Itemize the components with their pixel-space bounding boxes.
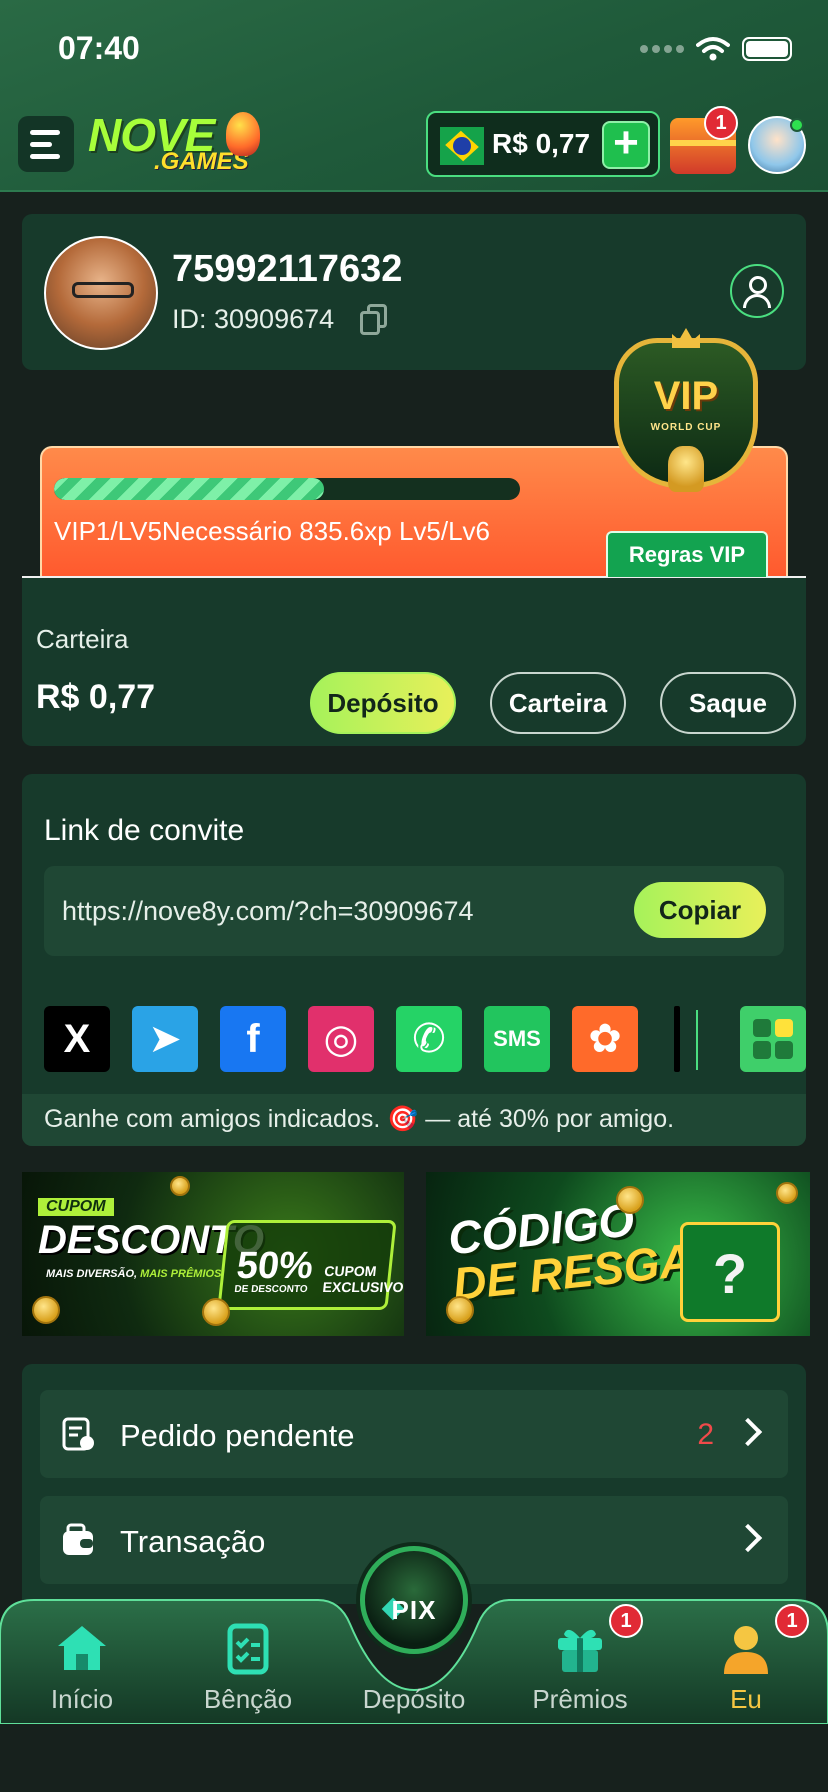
menu-item-label: Pedido pendente — [120, 1418, 355, 1453]
coupon-ticket: 50% DE DESCONTO CUPOM EXCLUSIVO — [217, 1220, 404, 1310]
coin-icon — [616, 1186, 644, 1214]
menu-item-label: Transação — [120, 1524, 266, 1559]
coupon-exclusive: CUPOM EXCLUSIVO — [321, 1263, 404, 1295]
deposit-button[interactable]: Depósito — [310, 672, 456, 734]
share-icons-row: X ➤ f ◎ ✆ SMS ✿ — [44, 1006, 806, 1072]
me-badge: 1 — [775, 1604, 809, 1638]
status-time: 07:40 — [58, 30, 140, 66]
profile-username: 75992117632 — [172, 248, 403, 290]
prizes-badge: 1 — [609, 1604, 643, 1638]
online-indicator — [790, 118, 804, 132]
header-balance-amount: R$ 0,77 — [492, 128, 591, 159]
wallet-icon — [63, 1523, 93, 1555]
vip-progress-text: VIP1/LV5Necessário 835.6xp Lv5/Lv6 — [54, 516, 491, 546]
home-icon — [52, 1618, 112, 1678]
vip-progress-bar — [54, 478, 520, 500]
sms-icon[interactable]: SMS — [484, 1006, 550, 1072]
coupon-subtitle: MAIS DIVERSÃO, MAIS PRÊMIOS! — [46, 1268, 226, 1280]
brazil-flag-icon — [440, 127, 484, 165]
user-icon — [716, 1618, 776, 1678]
status-icons — [640, 36, 792, 62]
menu-button[interactable] — [18, 116, 74, 172]
chevron-right-icon — [733, 1523, 763, 1553]
support-avatar[interactable] — [748, 116, 806, 174]
clipboard-icon — [62, 1417, 94, 1451]
more-apps-icon[interactable] — [740, 1006, 806, 1072]
profile-id: ID: 30909674 — [172, 304, 335, 334]
chevron-right-icon — [733, 1417, 763, 1447]
brand-logo[interactable]: NOVE .GAMES — [88, 108, 260, 178]
gift-icon — [550, 1618, 610, 1678]
wallet-button[interactable]: Carteira — [490, 672, 626, 734]
wallet-card: Carteira R$ 0,77 Depósito Carteira Saque — [22, 578, 806, 746]
coin-icon — [32, 1296, 60, 1324]
mascot-icon — [226, 112, 260, 156]
telegram-icon[interactable]: ➤ — [132, 1006, 198, 1072]
withdraw-button[interactable]: Saque — [660, 672, 796, 734]
invite-url: https://nove8y.com/?ch=30909674 — [62, 896, 474, 926]
coupon-percent-note: DE DESCONTO — [233, 1284, 309, 1295]
top-header: 07:40 NOVE .GAMES R$ 0,77 + 1 — [0, 0, 828, 192]
copy-link-button[interactable]: Copiar — [634, 882, 766, 938]
pix-deposit-button[interactable]: PIX — [360, 1546, 468, 1654]
pix-label: PIX — [391, 1595, 437, 1625]
battery-icon — [742, 37, 792, 61]
instagram-icon[interactable]: ◎ — [308, 1006, 374, 1072]
coin-icon — [170, 1176, 190, 1196]
wallet-amount: R$ 0,77 — [36, 678, 156, 716]
gift-box-icon: ? — [680, 1222, 780, 1322]
wallet-label: Carteira — [36, 624, 129, 654]
coupon-banner[interactable]: CUPOM DESCONTO MAIS DIVERSÃO, MAIS PRÊMI… — [22, 1172, 404, 1336]
edit-profile-icon[interactable] — [730, 264, 784, 318]
coupon-percent: 50% — [234, 1245, 316, 1287]
invite-link-box: https://nove8y.com/?ch=30909674 Copiar — [44, 866, 784, 956]
trophy-icon — [668, 446, 704, 492]
add-funds-button[interactable]: + — [602, 121, 650, 169]
menu-item-pending-orders[interactable]: Pedido pendente 2 — [40, 1390, 788, 1478]
vip-badge-subtitle: WORLD CUP — [650, 422, 722, 433]
copy-id-icon[interactable] — [360, 304, 388, 336]
rewards-badge: 1 — [704, 106, 738, 140]
kwai-icon[interactable]: ✿ — [572, 1006, 638, 1072]
x-icon[interactable]: X — [44, 1006, 110, 1072]
header-balance[interactable]: R$ 0,77 + — [426, 111, 660, 177]
avatar[interactable] — [44, 236, 158, 350]
coin-icon — [202, 1298, 230, 1326]
invite-title: Link de convite — [44, 814, 245, 847]
coupon-tag: CUPOM — [38, 1198, 114, 1216]
home-indicator-area — [0, 1724, 828, 1792]
share-divider — [696, 1010, 698, 1070]
vip-badge-title: VIP — [653, 374, 719, 418]
wifi-icon — [696, 37, 730, 61]
pending-count: 2 — [697, 1418, 714, 1451]
whatsapp-icon[interactable]: ✆ — [396, 1006, 462, 1072]
invite-card: Link de convite https://nove8y.com/?ch=3… — [22, 774, 806, 1146]
nav-blessing[interactable]: Bênção — [178, 1618, 318, 1715]
more-share-edge — [674, 1006, 680, 1072]
facebook-icon[interactable]: f — [220, 1006, 286, 1072]
vip-badge: VIP WORLD CUP — [604, 328, 768, 524]
nav-home[interactable]: Início — [12, 1618, 152, 1715]
vip-rules-button[interactable]: Regras VIP — [606, 531, 768, 577]
signal-icon — [640, 45, 684, 53]
crown-icon — [672, 328, 700, 348]
coin-icon — [776, 1182, 798, 1204]
coin-icon — [446, 1296, 474, 1324]
redeem-code-banner[interactable]: CÓDIGO DE RESGATE ? — [426, 1172, 810, 1336]
checklist-icon — [218, 1618, 278, 1678]
vip-progress-fill — [54, 478, 325, 500]
invite-footer-text: Ganhe com amigos indicados. 🎯 — até 30% … — [22, 1094, 806, 1146]
